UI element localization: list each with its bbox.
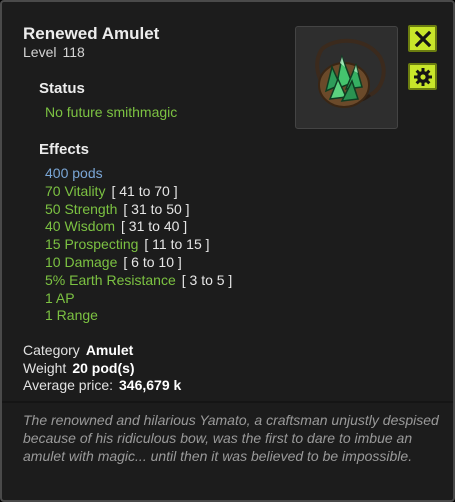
divider bbox=[2, 401, 453, 403]
price-label: Average price: bbox=[23, 377, 114, 393]
item-description: The renowned and hilarious Yamato, a cra… bbox=[23, 412, 439, 464]
effects-heading: Effects bbox=[39, 141, 90, 158]
amulet-icon bbox=[315, 38, 386, 108]
weight-label: Weight bbox=[23, 360, 67, 376]
effect-text: 5% Earth Resistance bbox=[45, 271, 176, 288]
close-button[interactable] bbox=[408, 25, 437, 52]
status-heading: Status bbox=[39, 80, 85, 97]
effect-row: 1 Range bbox=[45, 307, 232, 325]
effect-text: 50 Strength bbox=[45, 200, 118, 217]
effect-range: [ 3 to 5 ] bbox=[181, 271, 233, 288]
effect-text: 1 AP bbox=[45, 289, 75, 306]
effect-row: 1 AP bbox=[45, 290, 232, 308]
effect-range: [ 6 to 10 ] bbox=[123, 253, 182, 270]
effect-row: 40 Wisdom [ 31 to 40 ] bbox=[45, 218, 232, 236]
effect-row: 400 pods bbox=[45, 165, 232, 183]
effect-text: 10 Damage bbox=[45, 253, 118, 270]
effect-text: 40 Wisdom bbox=[45, 218, 116, 235]
level-value: 118 bbox=[62, 44, 85, 60]
item-level: Level 118 bbox=[23, 44, 85, 60]
settings-button[interactable] bbox=[408, 63, 437, 90]
effect-row: 70 Vitality [ 41 to 70 ] bbox=[45, 183, 232, 201]
effect-row: 10 Damage [ 6 to 10 ] bbox=[45, 254, 232, 272]
item-tooltip-panel: Renewed Amulet Level 118 Status No futur… bbox=[0, 0, 455, 502]
item-image-frame bbox=[295, 26, 398, 129]
effect-row: 50 Strength [ 31 to 50 ] bbox=[45, 201, 232, 219]
effect-range: [ 31 to 40 ] bbox=[121, 218, 188, 235]
weight-row: Weight 20 pod(s) bbox=[23, 360, 135, 376]
effect-text: 400 pods bbox=[45, 165, 103, 181]
effect-row: 5% Earth Resistance [ 3 to 5 ] bbox=[45, 272, 232, 290]
effect-text: 1 Range bbox=[45, 307, 98, 324]
effect-range: [ 41 to 70 ] bbox=[111, 182, 178, 199]
category-label: Category bbox=[23, 342, 80, 358]
weight-value: 20 pod(s) bbox=[72, 360, 135, 376]
price-row: Average price: 346,679 k bbox=[23, 377, 181, 393]
effect-text: 70 Vitality bbox=[45, 182, 106, 199]
level-label: Level bbox=[23, 44, 57, 60]
effect-row: 15 Prospecting [ 11 to 15 ] bbox=[45, 236, 232, 254]
effects-list: 400 pods 70 Vitality [ 41 to 70 ] 50 Stre… bbox=[45, 165, 232, 325]
category-row: Category Amulet bbox=[23, 342, 133, 358]
item-name: Renewed Amulet bbox=[23, 24, 160, 43]
status-text: No future smithmagic bbox=[45, 104, 178, 120]
effect-range: [ 31 to 50 ] bbox=[123, 200, 190, 217]
price-value: 346,679 k bbox=[119, 377, 182, 393]
effect-range: [ 11 to 15 ] bbox=[144, 236, 210, 253]
effect-text: 15 Prospecting bbox=[45, 236, 139, 253]
close-icon bbox=[414, 30, 431, 47]
category-value: Amulet bbox=[85, 342, 134, 358]
gear-icon bbox=[413, 67, 432, 86]
